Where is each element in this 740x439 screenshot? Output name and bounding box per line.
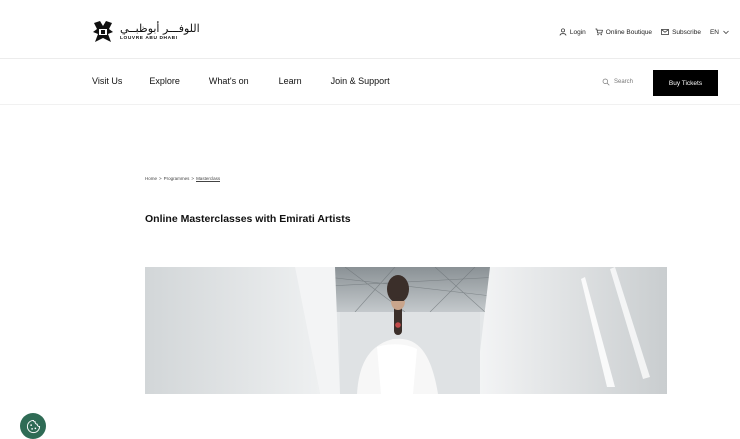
nav-item-whats-on[interactable]: What's on bbox=[209, 76, 249, 86]
louvre-logo[interactable]: اللوفـــر أبوظبــي LOUVRE ABU DHABI bbox=[92, 20, 200, 44]
utility-links: Login Online Boutique Subscribe EN bbox=[559, 28, 730, 36]
nav-links: Visit Us Explore What's on Learn Join & … bbox=[92, 76, 390, 86]
login-label: Login bbox=[569, 28, 586, 36]
cookie-settings-button[interactable] bbox=[20, 413, 46, 439]
search-icon bbox=[602, 78, 610, 86]
language-label: EN bbox=[709, 28, 719, 36]
hero-illustration bbox=[145, 267, 667, 394]
login-link[interactable]: Login bbox=[559, 28, 586, 36]
main-navigation: Visit Us Explore What's on Learn Join & … bbox=[0, 60, 740, 104]
nav-item-visit-us[interactable]: Visit Us bbox=[92, 76, 122, 86]
logo-arabic-text: اللوفـــر أبوظبــي bbox=[120, 21, 200, 35]
mail-icon bbox=[661, 29, 669, 35]
header-divider bbox=[0, 58, 740, 59]
breadcrumb-separator: > bbox=[191, 176, 195, 181]
breadcrumb-current: Masterclass bbox=[196, 176, 221, 182]
nav-item-join-support[interactable]: Join & Support bbox=[331, 76, 390, 86]
breadcrumb-home[interactable]: Home bbox=[145, 176, 157, 182]
nav-item-explore[interactable]: Explore bbox=[149, 76, 180, 86]
online-boutique-label: Online Boutique bbox=[605, 28, 653, 36]
cart-icon bbox=[595, 28, 603, 36]
breadcrumb-programmes[interactable]: Programmes bbox=[164, 176, 190, 182]
subscribe-label: Subscribe bbox=[672, 28, 701, 36]
search-label: Search bbox=[614, 79, 634, 85]
user-icon bbox=[559, 28, 567, 36]
cookie-icon bbox=[26, 419, 40, 433]
hero-image bbox=[145, 267, 667, 394]
nav-divider bbox=[0, 104, 740, 105]
nav-item-learn[interactable]: Learn bbox=[279, 76, 302, 86]
search-button[interactable]: Search bbox=[602, 78, 633, 86]
chevron-down-icon bbox=[723, 30, 729, 34]
breadcrumb: Home > Programmes > Masterclass bbox=[145, 176, 221, 182]
logo-english-text: LOUVRE ABU DHABI bbox=[120, 35, 178, 41]
subscribe-link[interactable]: Subscribe bbox=[661, 28, 701, 36]
breadcrumb-separator: > bbox=[159, 176, 162, 181]
buy-tickets-button[interactable]: Buy Tickets bbox=[653, 70, 718, 96]
page-title: Online Masterclasses with Emirati Artist… bbox=[145, 213, 351, 225]
language-selector[interactable]: EN bbox=[710, 28, 730, 36]
top-utility-bar: اللوفـــر أبوظبــي LOUVRE ABU DHABI Logi… bbox=[0, 10, 740, 58]
louvre-logo-icon bbox=[93, 21, 113, 42]
online-boutique-link[interactable]: Online Boutique bbox=[595, 28, 652, 36]
